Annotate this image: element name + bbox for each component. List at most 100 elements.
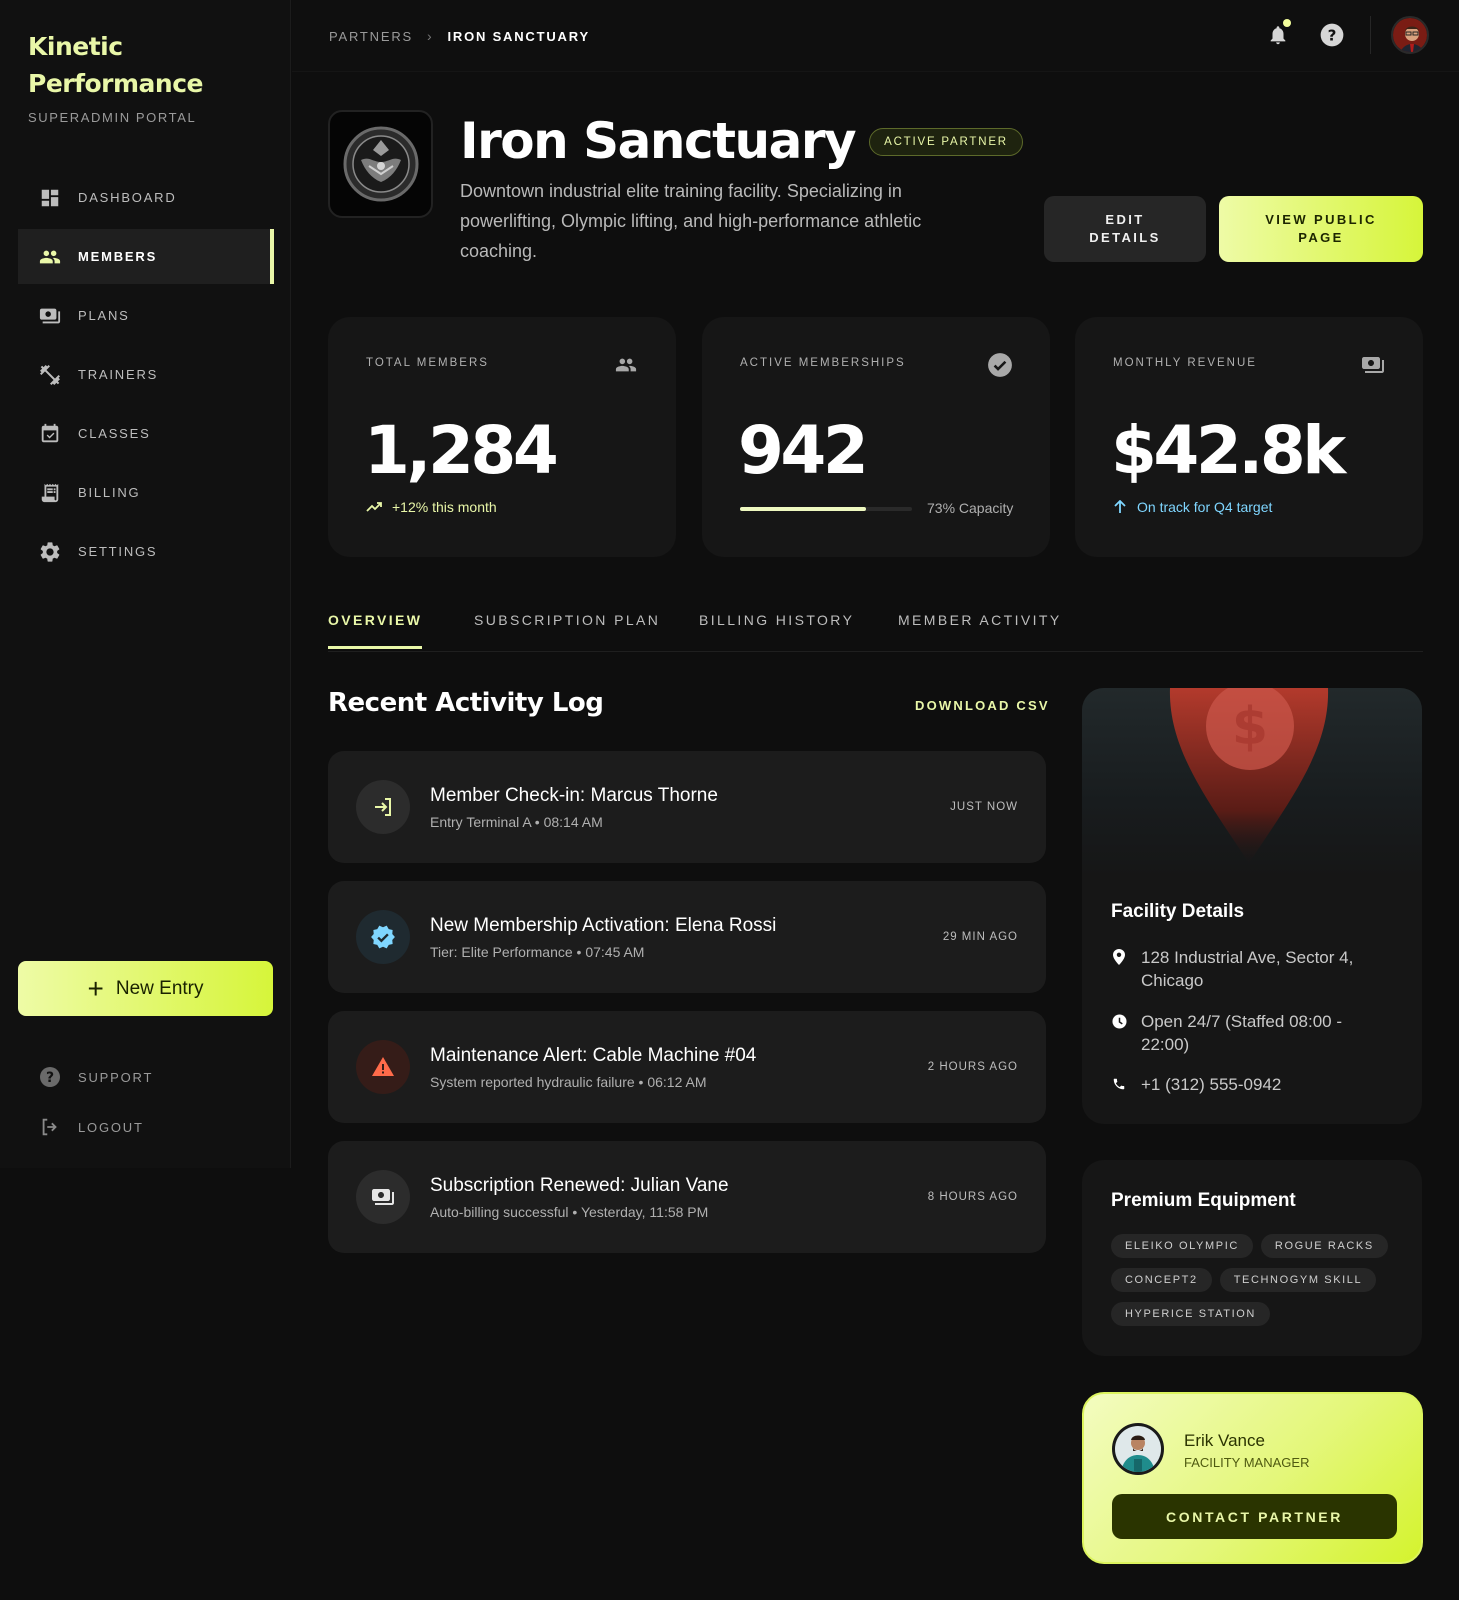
stat-card-active-memberships: ACTIVE MEMBERSHIPS 942 73% Capacity	[702, 317, 1050, 557]
brand: Kinetic Performance SUPERADMIN PORTAL	[28, 28, 228, 125]
stat-value: 1,284	[364, 412, 559, 489]
support-link[interactable]: ? SUPPORT	[18, 1052, 274, 1102]
new-entry-button[interactable]: + New Entry	[18, 961, 273, 1016]
sidebar-item-trainers[interactable]: TRAINERS	[18, 347, 274, 402]
sidebar: Kinetic Performance SUPERADMIN PORTAL DA…	[0, 0, 291, 1168]
stat-card-monthly-revenue: MONTHLY REVENUE $42.8k On track for Q4 t…	[1075, 317, 1423, 557]
svg-text:?: ?	[1328, 26, 1337, 44]
sidebar-item-members[interactable]: MEMBERS	[18, 229, 274, 284]
sidebar-item-billing[interactable]: BILLING	[18, 465, 274, 520]
activity-time: 29 MIN AGO	[942, 931, 1018, 943]
equipment-tag: CONCEPT2	[1111, 1268, 1212, 1292]
sidebar-item-label: DASHBOARD	[78, 190, 177, 205]
status-badge: ACTIVE PARTNER	[869, 128, 1023, 156]
login-icon	[356, 780, 410, 834]
equipment-tag: TECHNOGYM SKILL	[1219, 1268, 1377, 1292]
clock-icon	[1111, 1013, 1127, 1029]
sidebar-footer: ? SUPPORT LOGOUT	[18, 1052, 274, 1152]
activity-item[interactable]: Maintenance Alert: Cable Machine #04 Sys…	[328, 1011, 1046, 1123]
bell-icon[interactable]	[1262, 19, 1294, 51]
equipment-tag: HYPERICE STATION	[1111, 1302, 1270, 1326]
manager-card: Erik Vance FACILITY MANAGER CONTACT PART…	[1082, 1392, 1423, 1564]
dashboard-icon	[38, 186, 62, 210]
contact-partner-button[interactable]: CONTACT PARTNER	[1112, 1494, 1397, 1539]
equipment-card: Premium Equipment ELEIKO OLYMPIC ROGUE R…	[1082, 1160, 1422, 1356]
edit-details-button[interactable]: EDIT DETAILS	[1044, 196, 1206, 262]
sidebar-item-label: PLANS	[78, 308, 130, 323]
sidebar-item-dashboard[interactable]: DASHBOARD	[18, 170, 274, 225]
logout-label: LOGOUT	[78, 1119, 144, 1135]
facility-phone-text: +1 (312) 555-0942	[1141, 1075, 1282, 1094]
stat-note: +12% this month	[366, 499, 497, 515]
breadcrumb-partners[interactable]: PARTNERS	[329, 29, 413, 44]
equipment-tag: ROGUE RACKS	[1260, 1234, 1388, 1258]
stat-value: 942	[738, 412, 869, 489]
partner-header: Iron Sanctuary ACTIVE PARTNER Downtown i…	[328, 110, 1423, 270]
facility-hours: Open 24/7 (Staffed 08:00 - 22:00)	[1111, 1010, 1371, 1056]
sidebar-item-classes[interactable]: CLASSES	[18, 406, 274, 461]
partner-logo	[328, 110, 433, 218]
activity-subtitle: Auto-billing successful • Yesterday, 11:…	[430, 1204, 709, 1220]
capacity-bar-fill	[740, 507, 866, 511]
activity-item[interactable]: Member Check-in: Marcus Thorne Entry Ter…	[328, 751, 1046, 863]
tab-bar: OVERVIEW SUBSCRIPTION PLAN BILLING HISTO…	[328, 596, 1423, 652]
brand-subtitle: SUPERADMIN PORTAL	[28, 110, 197, 125]
activity-item[interactable]: New Membership Activation: Elena Rossi T…	[328, 881, 1046, 993]
activity-subtitle: Entry Terminal A • 08:14 AM	[430, 814, 603, 830]
stat-note-text: +12% this month	[392, 499, 497, 515]
help-icon[interactable]: ?	[1316, 19, 1348, 51]
view-public-page-button[interactable]: VIEW PUBLIC PAGE	[1219, 196, 1423, 262]
title-row: Iron Sanctuary ACTIVE PARTNER	[460, 108, 1023, 174]
facility-card: $ Facility Details 128 Industrial Ave, S…	[1082, 688, 1422, 1124]
stat-card-total-members: TOTAL MEMBERS 1,284 +12% this month	[328, 317, 676, 557]
svg-text:?: ?	[46, 1070, 54, 1086]
group-icon	[612, 351, 640, 379]
sidebar-item-label: CLASSES	[78, 426, 151, 441]
sidebar-item-label: SETTINGS	[78, 544, 158, 559]
sidebar-item-plans[interactable]: PLANS	[18, 288, 274, 343]
stats-row: TOTAL MEMBERS 1,284 +12% this month ACTI…	[328, 317, 1423, 557]
phone-icon	[1111, 1076, 1127, 1092]
sidebar-item-label: BILLING	[78, 485, 141, 500]
payments-icon	[356, 1170, 410, 1224]
sidebar-item-settings[interactable]: SETTINGS	[18, 524, 274, 579]
facility-phone[interactable]: +1 (312) 555-0942	[1111, 1073, 1371, 1096]
sidebar-nav: DASHBOARD MEMBERS PLANS TRAINERS CLASSES	[18, 170, 274, 583]
manager-avatar	[1112, 1423, 1164, 1475]
tab-member-activity[interactable]: MEMBER ACTIVITY	[898, 612, 1062, 646]
stat-label: ACTIVE MEMBERSHIPS	[740, 357, 906, 369]
trending-up-icon	[366, 501, 382, 513]
activity-list: Member Check-in: Marcus Thorne Entry Ter…	[328, 751, 1046, 1271]
logout-link[interactable]: LOGOUT	[18, 1102, 274, 1152]
support-icon: ?	[38, 1065, 62, 1089]
page-description: Downtown industrial elite training facil…	[460, 181, 922, 261]
settings-icon	[38, 540, 62, 564]
tab-overview[interactable]: OVERVIEW	[328, 612, 423, 649]
topbar: PARTNERS › IRON SANCTUARY ?	[292, 0, 1459, 72]
money-icon	[1359, 351, 1387, 379]
equipment-tag: ELEIKO OLYMPIC	[1111, 1234, 1253, 1258]
activity-title-text: New Membership Activation: Elena Rossi	[430, 915, 777, 936]
user-avatar[interactable]	[1391, 16, 1429, 54]
activity-subtitle: System reported hydraulic failure • 06:1…	[430, 1074, 707, 1090]
tab-billing-history[interactable]: BILLING HISTORY	[699, 612, 854, 646]
sidebar-item-label: MEMBERS	[78, 249, 158, 264]
download-csv-button[interactable]: DOWNLOAD CSV	[915, 698, 1050, 713]
activity-subtitle: Tier: Elite Performance • 07:45 AM	[430, 944, 645, 960]
capacity-bar	[740, 507, 912, 511]
facility-address-text: 128 Industrial Ave, Sector 4, Chicago	[1141, 948, 1354, 990]
stat-label: TOTAL MEMBERS	[366, 357, 489, 369]
facility-address: 128 Industrial Ave, Sector 4, Chicago	[1111, 946, 1371, 992]
plans-icon	[38, 304, 62, 328]
tab-subscription-plan[interactable]: SUBSCRIPTION PLAN	[474, 612, 660, 646]
equipment-tags: ELEIKO OLYMPIC ROGUE RACKS CONCEPT2 TECH…	[1111, 1234, 1401, 1336]
stat-note-text: On track for Q4 target	[1137, 499, 1273, 515]
logout-icon	[38, 1115, 62, 1139]
activity-item[interactable]: Subscription Renewed: Julian Vane Auto-b…	[328, 1141, 1046, 1253]
facility-hours-text: Open 24/7 (Staffed 08:00 - 22:00)	[1141, 1012, 1342, 1054]
brand-name: Kinetic Performance	[28, 32, 203, 98]
svg-text:$: $	[1232, 697, 1268, 757]
classes-icon	[38, 422, 62, 446]
arrow-up-icon	[1113, 500, 1127, 514]
activity-time: JUST NOW	[950, 801, 1018, 813]
